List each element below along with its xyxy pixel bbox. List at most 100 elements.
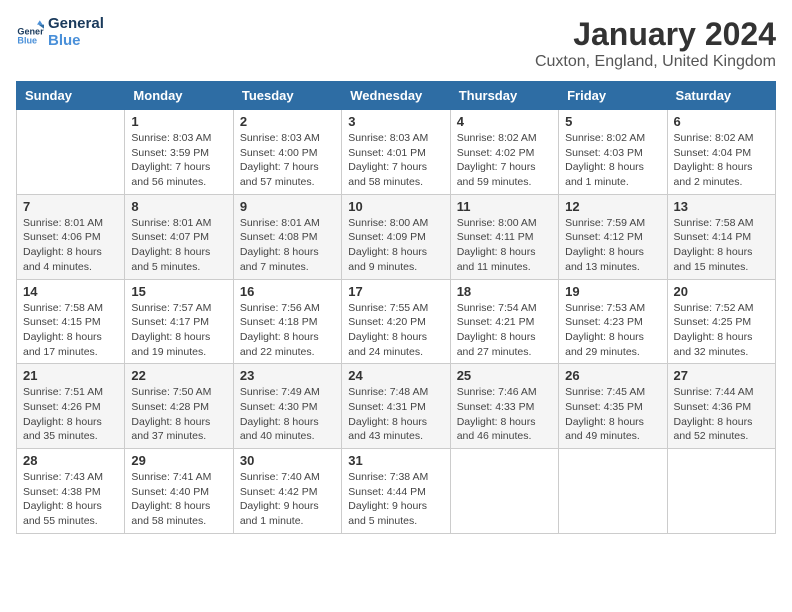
day-number: 22 [131, 368, 226, 383]
day-number: 15 [131, 284, 226, 299]
calendar-cell: 2Sunrise: 8:03 AM Sunset: 4:00 PM Daylig… [233, 110, 341, 195]
day-header-wednesday: Wednesday [342, 82, 450, 110]
logo-line2: Blue [48, 33, 104, 50]
calendar-cell: 1 Sunrise: 8:03 AM Sunset: 3:59 PM Daylig… [125, 110, 233, 195]
day-info: Sunrise: 8:02 AM Sunset: 4:02 PM Dayligh… [457, 131, 552, 190]
day-header-thursday: Thursday [450, 82, 558, 110]
day-number: 19 [565, 284, 660, 299]
svg-text:Blue: Blue [17, 35, 37, 45]
day-number: 25 [457, 368, 552, 383]
logo-line1: General [48, 16, 104, 33]
calendar-cell: 5 Sunrise: 8:02 AM Sunset: 4:03 PM Daylig… [559, 110, 667, 195]
calendar-table: SundayMondayTuesdayWednesdayThursdayFrid… [16, 81, 776, 534]
day-info: Sunrise: 7:46 AM Sunset: 4:33 PM Dayligh… [457, 385, 552, 444]
day-number: 11 [457, 199, 552, 214]
day-number: 5 [565, 114, 660, 129]
day-info: Sunrise: 7:54 AM Sunset: 4:21 PM Dayligh… [457, 301, 552, 360]
day-info: Sunrise: 7:50 AM Sunset: 4:28 PM Dayligh… [131, 385, 226, 444]
day-header-monday: Monday [125, 82, 233, 110]
day-info: Sunrise: 7:53 AM Sunset: 4:23 PM Dayligh… [565, 301, 660, 360]
calendar-cell: 8 Sunrise: 8:01 AM Sunset: 4:07 PM Daylig… [125, 194, 233, 279]
calendar-cell: 10 Sunrise: 8:00 AM Sunset: 4:09 PM Dayli… [342, 194, 450, 279]
logo-icon: General Blue [16, 19, 44, 47]
calendar-cell: 26 Sunrise: 7:45 AM Sunset: 4:35 PM Dayli… [559, 364, 667, 449]
calendar-cell: 25 Sunrise: 7:46 AM Sunset: 4:33 PM Dayli… [450, 364, 558, 449]
calendar-cell [17, 110, 125, 195]
calendar-cell: 12 Sunrise: 7:59 AM Sunset: 4:12 PM Dayli… [559, 194, 667, 279]
day-number: 24 [348, 368, 443, 383]
calendar-cell: 7 Sunrise: 8:01 AM Sunset: 4:06 PM Daylig… [17, 194, 125, 279]
day-info: Sunrise: 7:57 AM Sunset: 4:17 PM Dayligh… [131, 301, 226, 360]
day-number: 12 [565, 199, 660, 214]
day-info: Sunrise: 7:58 AM Sunset: 4:15 PM Dayligh… [23, 301, 118, 360]
day-info: Sunrise: 8:02 AM Sunset: 4:04 PM Dayligh… [674, 131, 769, 190]
calendar-cell: 27Sunrise: 7:44 AM Sunset: 4:36 PM Dayli… [667, 364, 775, 449]
day-info: Sunrise: 8:01 AM Sunset: 4:07 PM Dayligh… [131, 216, 226, 275]
day-number: 28 [23, 453, 118, 468]
calendar-cell: 19 Sunrise: 7:53 AM Sunset: 4:23 PM Dayli… [559, 279, 667, 364]
day-number: 26 [565, 368, 660, 383]
day-header-sunday: Sunday [17, 82, 125, 110]
day-info: Sunrise: 8:01 AM Sunset: 4:08 PM Dayligh… [240, 216, 335, 275]
day-info: Sunrise: 7:56 AM Sunset: 4:18 PM Dayligh… [240, 301, 335, 360]
day-info: Sunrise: 7:45 AM Sunset: 4:35 PM Dayligh… [565, 385, 660, 444]
calendar-cell: 9 Sunrise: 8:01 AM Sunset: 4:08 PM Daylig… [233, 194, 341, 279]
day-number: 14 [23, 284, 118, 299]
day-info: Sunrise: 7:58 AM Sunset: 4:14 PM Dayligh… [674, 216, 769, 275]
calendar-subtitle: Cuxton, England, United Kingdom [535, 53, 776, 71]
calendar-cell [450, 449, 558, 534]
calendar-cell: 28 Sunrise: 7:43 AM Sunset: 4:38 PM Dayli… [17, 449, 125, 534]
day-header-friday: Friday [559, 82, 667, 110]
day-info: Sunrise: 7:59 AM Sunset: 4:12 PM Dayligh… [565, 216, 660, 275]
day-number: 30 [240, 453, 335, 468]
calendar-cell: 23Sunrise: 7:49 AM Sunset: 4:30 PM Dayli… [233, 364, 341, 449]
day-number: 20 [674, 284, 769, 299]
day-info: Sunrise: 8:00 AM Sunset: 4:09 PM Dayligh… [348, 216, 443, 275]
calendar-cell: 6Sunrise: 8:02 AM Sunset: 4:04 PM Daylig… [667, 110, 775, 195]
logo: General Blue General Blue [16, 16, 104, 49]
calendar-cell: 31 Sunrise: 7:38 AM Sunset: 4:44 PM Dayli… [342, 449, 450, 534]
day-number: 3 [348, 114, 443, 129]
calendar-cell: 4 Sunrise: 8:02 AM Sunset: 4:02 PM Daylig… [450, 110, 558, 195]
day-info: Sunrise: 7:48 AM Sunset: 4:31 PM Dayligh… [348, 385, 443, 444]
calendar-cell: 3Sunrise: 8:03 AM Sunset: 4:01 PM Daylig… [342, 110, 450, 195]
day-number: 21 [23, 368, 118, 383]
calendar-cell: 30 Sunrise: 7:40 AM Sunset: 4:42 PM Dayli… [233, 449, 341, 534]
day-info: Sunrise: 7:52 AM Sunset: 4:25 PM Dayligh… [674, 301, 769, 360]
day-info: Sunrise: 7:38 AM Sunset: 4:44 PM Dayligh… [348, 470, 443, 529]
title-area: January 2024 Cuxton, England, United Kin… [535, 16, 776, 71]
calendar-cell [559, 449, 667, 534]
day-number: 7 [23, 199, 118, 214]
calendar-cell: 18 Sunrise: 7:54 AM Sunset: 4:21 PM Dayli… [450, 279, 558, 364]
calendar-cell: 17Sunrise: 7:55 AM Sunset: 4:20 PM Dayli… [342, 279, 450, 364]
day-number: 10 [348, 199, 443, 214]
day-info: Sunrise: 7:51 AM Sunset: 4:26 PM Dayligh… [23, 385, 118, 444]
calendar-cell: 11 Sunrise: 8:00 AM Sunset: 4:11 PM Dayli… [450, 194, 558, 279]
calendar-cell: 13 Sunrise: 7:58 AM Sunset: 4:14 PM Dayli… [667, 194, 775, 279]
day-number: 9 [240, 199, 335, 214]
day-number: 31 [348, 453, 443, 468]
calendar-cell: 15 Sunrise: 7:57 AM Sunset: 4:17 PM Dayli… [125, 279, 233, 364]
day-number: 27 [674, 368, 769, 383]
day-info: Sunrise: 8:03 AM Sunset: 3:59 PM Dayligh… [131, 131, 226, 190]
day-number: 1 [131, 114, 226, 129]
day-number: 23 [240, 368, 335, 383]
day-number: 13 [674, 199, 769, 214]
day-number: 4 [457, 114, 552, 129]
day-info: Sunrise: 8:00 AM Sunset: 4:11 PM Dayligh… [457, 216, 552, 275]
calendar-cell: 20 Sunrise: 7:52 AM Sunset: 4:25 PM Dayli… [667, 279, 775, 364]
day-number: 16 [240, 284, 335, 299]
calendar-cell: 22 Sunrise: 7:50 AM Sunset: 4:28 PM Dayli… [125, 364, 233, 449]
day-number: 17 [348, 284, 443, 299]
day-header-saturday: Saturday [667, 82, 775, 110]
day-info: Sunrise: 7:41 AM Sunset: 4:40 PM Dayligh… [131, 470, 226, 529]
day-info: Sunrise: 8:03 AM Sunset: 4:00 PM Dayligh… [240, 131, 335, 190]
day-info: Sunrise: 7:43 AM Sunset: 4:38 PM Dayligh… [23, 470, 118, 529]
day-info: Sunrise: 7:40 AM Sunset: 4:42 PM Dayligh… [240, 470, 335, 529]
calendar-cell: 29Sunrise: 7:41 AM Sunset: 4:40 PM Dayli… [125, 449, 233, 534]
day-info: Sunrise: 8:01 AM Sunset: 4:06 PM Dayligh… [23, 216, 118, 275]
day-number: 18 [457, 284, 552, 299]
header: General Blue General Blue January 2024 C… [16, 16, 776, 71]
day-number: 8 [131, 199, 226, 214]
day-info: Sunrise: 8:02 AM Sunset: 4:03 PM Dayligh… [565, 131, 660, 190]
